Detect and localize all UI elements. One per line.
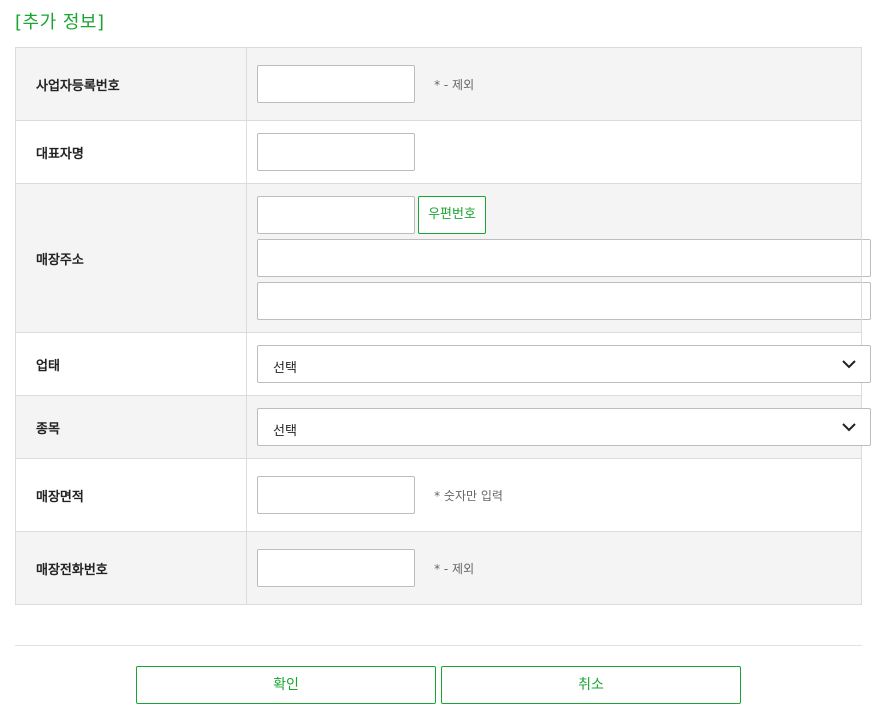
store-phone-cell: * - 제외 [246,531,862,605]
store-address-cell: 우편번호 [246,183,871,333]
row-store-area: 매장면적 * 숫자만 입력 [15,458,862,532]
business-type-label: 업태 [15,332,247,396]
row-business-item: 종목 선택 [15,395,871,459]
representative-input[interactable] [257,133,415,171]
chevron-down-icon [842,360,856,369]
row-business-number: 사업자등록번호 * - 제외 [15,47,862,121]
additional-info-form: 사업자등록번호 * - 제외 대표자명 매장주소 우편번호 업태 선택 종목 선… [15,47,871,605]
business-type-selected: 선택 [273,361,297,376]
footer-divider [15,645,862,646]
store-address-label: 매장주소 [15,183,247,333]
store-area-input[interactable] [257,476,415,514]
business-item-label: 종목 [15,395,247,459]
row-representative: 대표자명 [15,120,862,184]
row-store-address: 매장주소 우편번호 [15,183,871,333]
store-phone-hint: * - 제외 [434,561,475,576]
zipcode-row: 우편번호 [257,196,851,234]
business-type-cell: 선택 [246,332,871,396]
representative-cell [246,120,862,184]
address-line2-input[interactable] [257,282,871,320]
row-store-phone: 매장전화번호 * - 제외 [15,531,862,605]
confirm-button[interactable]: 확인 [136,666,436,704]
business-number-cell: * - 제외 [246,47,862,121]
business-number-label: 사업자등록번호 [15,47,247,121]
store-area-hint: * 숫자만 입력 [434,488,503,503]
cancel-button[interactable]: 취소 [441,666,741,704]
zipcode-search-button[interactable]: 우편번호 [418,196,486,234]
store-area-cell: * 숫자만 입력 [246,458,862,532]
section-title: [추가 정보] [15,12,105,33]
store-phone-label: 매장전화번호 [15,531,247,605]
row-business-type: 업태 선택 [15,332,871,396]
business-item-cell: 선택 [246,395,871,459]
business-item-select[interactable]: 선택 [257,408,871,446]
business-type-select[interactable]: 선택 [257,345,871,383]
address-line1-input[interactable] [257,239,871,277]
zipcode-input[interactable] [257,196,415,234]
chevron-down-icon [842,423,856,432]
business-number-input[interactable] [257,65,415,103]
representative-label: 대표자명 [15,120,247,184]
store-phone-input[interactable] [257,549,415,587]
business-number-hint: * - 제외 [434,77,475,92]
address-group: 우편번호 [257,184,871,332]
store-area-label: 매장면적 [15,458,247,532]
business-item-selected: 선택 [273,424,297,439]
